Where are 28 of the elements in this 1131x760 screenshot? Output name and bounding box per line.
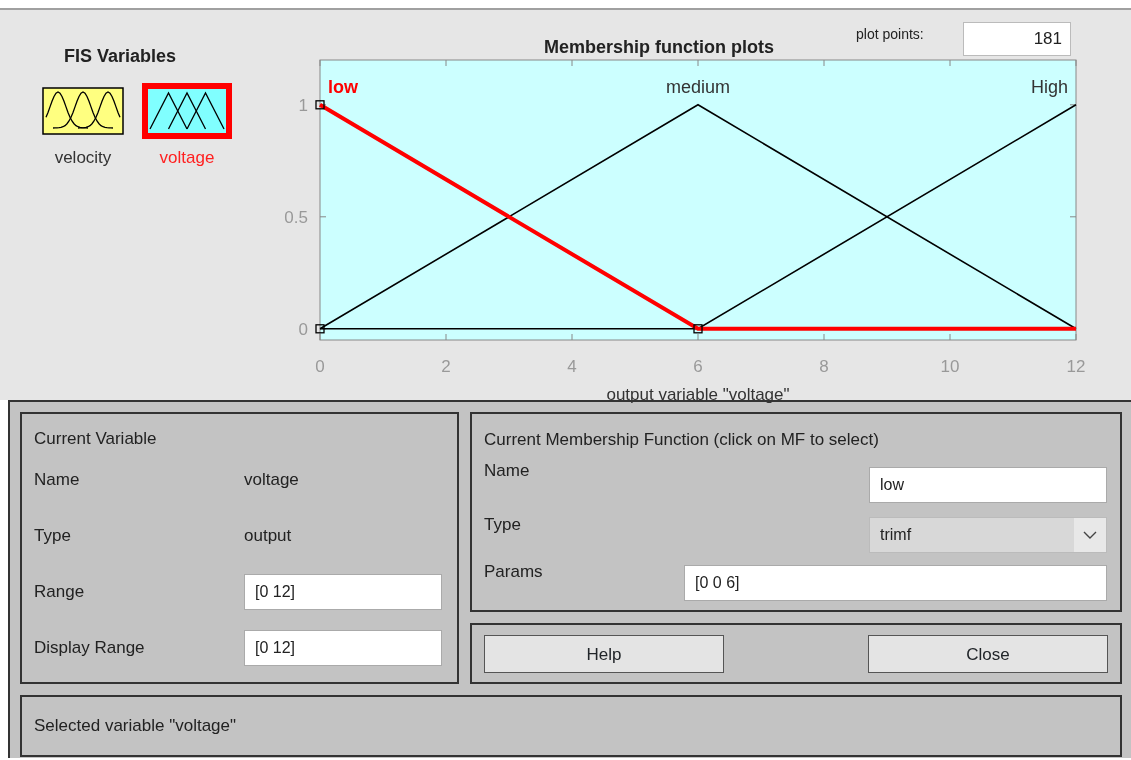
axis-tick-label: 8	[819, 357, 829, 376]
field-label: plot points:	[856, 25, 924, 44]
status-text: Selected variable "voltage"	[34, 715, 237, 738]
axis-tick-label: 2	[441, 357, 451, 376]
panel-title: Current Variable	[34, 428, 158, 450]
axis-title: output variable "voltage"	[606, 385, 790, 404]
axis-tick-label: 6	[693, 357, 703, 376]
value-text: voltage	[244, 469, 299, 492]
field-label: Name	[484, 459, 531, 482]
axis-tick-label: 4	[567, 357, 577, 376]
field-label: Params	[484, 561, 544, 584]
chart-title: Membership function plots	[544, 36, 774, 59]
value-text: output	[244, 525, 292, 548]
axis-tick-label: 0	[315, 357, 325, 376]
field-label: Type	[484, 513, 522, 536]
section-title: FIS Variables	[62, 45, 178, 68]
field-label: Display Range	[34, 637, 146, 660]
field-label: Name	[34, 469, 81, 492]
variable-label: velocity	[54, 147, 112, 169]
panel-title: Current Membership Function (click on MF to select)	[484, 428, 880, 451]
axis-tick-label: 1	[298, 95, 308, 115]
axis-tick-label: 0	[298, 319, 308, 339]
variable-label: voltage	[159, 147, 215, 169]
axis-tick-label: 12	[1066, 357, 1086, 376]
axis-tick-label: 10	[940, 357, 960, 376]
axis-tick-label: 0.5	[284, 207, 308, 227]
field-label: Range	[34, 581, 86, 604]
field-label: Type	[34, 525, 72, 548]
